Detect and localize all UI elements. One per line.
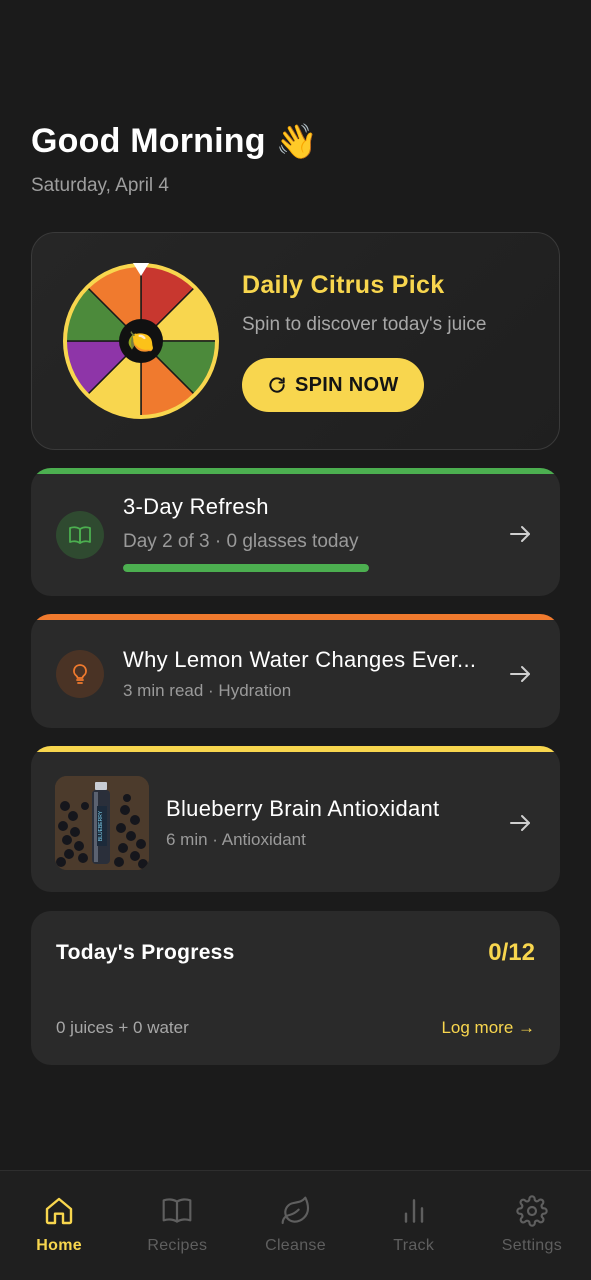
progress-summary: 0 juices + 0 water — [56, 1018, 189, 1037]
cleanse-subtitle: Day 2 of 3 · 0 glasses today — [123, 531, 359, 552]
recipe-thumbnail: BLUEBERRY — [55, 776, 149, 870]
article-icon-circle — [56, 650, 104, 698]
nav-track-label: Track — [393, 1237, 435, 1254]
recipe-card-accent — [31, 746, 560, 752]
book-icon — [162, 1198, 192, 1223]
article-card-accent — [31, 614, 560, 620]
nav-cleanse-label: Cleanse — [265, 1237, 326, 1254]
gear-icon — [516, 1195, 548, 1227]
cleanse-title: 3-Day Refresh — [123, 494, 269, 519]
spin-now-label: SPIN NOW — [295, 373, 399, 396]
todays-progress-card: Today's Progress 0/12 0 juices + 0 water… — [31, 911, 560, 1065]
cleanse-progress-fill — [123, 564, 369, 572]
leaf-icon — [281, 1196, 309, 1225]
arrow-right-icon — [510, 526, 530, 542]
citrus-wheel[interactable]: 🍋 — [61, 261, 221, 421]
blueberry-bottle-image: BLUEBERRY — [55, 776, 149, 870]
nav-settings[interactable]: Settings — [473, 1171, 591, 1280]
daily-citrus-pick-card: 🍋 Daily Citrus Pick Spin to discover tod… — [31, 232, 560, 450]
waving-hand-icon: 👋 — [275, 122, 319, 161]
nav-recipes-label: Recipes — [147, 1237, 208, 1254]
current-date: Saturday, April 4 — [31, 175, 170, 196]
log-more-link[interactable]: Log more → — [441, 1018, 535, 1038]
nav-recipes[interactable]: Recipes — [118, 1171, 236, 1280]
refresh-icon — [269, 377, 285, 393]
nav-cleanse[interactable]: Cleanse — [236, 1171, 354, 1280]
cleanse-icon-circle — [56, 511, 104, 559]
arrow-right-icon — [510, 666, 530, 682]
lightbulb-icon — [73, 664, 87, 684]
cleanse-card-accent — [31, 468, 560, 474]
spin-card-title: Daily Citrus Pick — [242, 271, 445, 299]
bottle-label: BLUEBERRY — [98, 810, 104, 841]
arrow-right-icon — [510, 815, 530, 831]
article-title: Why Lemon Water Changes Ever... — [123, 647, 477, 672]
article-subtitle: 3 min read · Hydration — [123, 681, 292, 700]
nav-home[interactable]: Home — [0, 1171, 118, 1280]
bar-chart-icon — [404, 1199, 423, 1223]
nav-home-label: Home — [36, 1237, 82, 1254]
article-card[interactable]: Why Lemon Water Changes Ever... 3 min re… — [31, 614, 560, 728]
progress-count: 0/12 — [488, 939, 535, 966]
nav-settings-label: Settings — [501, 1237, 563, 1254]
cleanse-progress-bar — [123, 564, 369, 572]
greeting-title: Good Morning — [31, 122, 266, 160]
book-icon — [69, 526, 91, 544]
recipe-card[interactable]: BLUEBERRY Blueberry Brain Antioxidant 6 … — [31, 746, 560, 892]
bottom-navigation: Home Recipes Cleanse Track Settings — [0, 1170, 591, 1280]
progress-title: Today's Progress — [56, 941, 235, 964]
recipe-title: Blueberry Brain Antioxidant — [166, 796, 440, 821]
cleanse-card[interactable]: 3-Day Refresh Day 2 of 3 · 0 glasses tod… — [31, 468, 560, 596]
header: Good Morning 👋 Saturday, April 4 — [31, 122, 560, 197]
spin-now-button[interactable]: SPIN NOW — [242, 358, 424, 412]
lemon-icon: 🍋 — [127, 329, 154, 354]
nav-track[interactable]: Track — [355, 1171, 473, 1280]
recipe-subtitle: 6 min · Antioxidant — [166, 830, 306, 849]
spin-card-subtitle: Spin to discover today's juice — [242, 314, 487, 335]
home-icon — [45, 1197, 73, 1225]
